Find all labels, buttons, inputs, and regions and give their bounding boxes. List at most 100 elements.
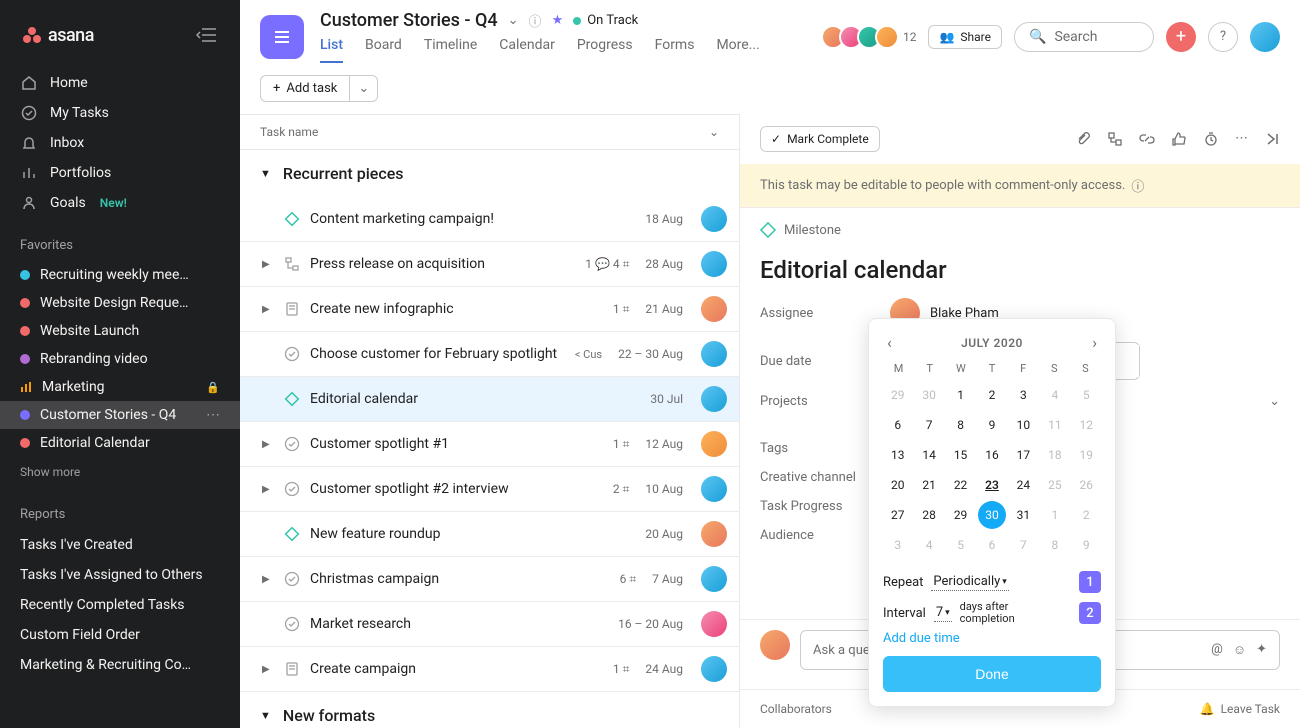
project-icon[interactable] [260, 15, 304, 59]
task-row[interactable]: New feature roundup20 Aug [240, 512, 739, 557]
task-row[interactable]: Editorial calendar30 Jul [240, 377, 739, 422]
tab-more-[interactable]: More... [716, 37, 759, 63]
calendar-day[interactable]: 6 [884, 411, 912, 439]
calendar-day[interactable]: 12 [1072, 411, 1100, 439]
more-icon[interactable]: ⋯ [1235, 131, 1248, 147]
tab-forms[interactable]: Forms [655, 37, 695, 63]
task-row[interactable]: ▶Press release on acquisition1 💬 4 ⌗28 A… [240, 242, 739, 287]
task-row[interactable]: ▶Christmas campaign6 ⌗7 Aug [240, 557, 739, 602]
timer-icon[interactable] [1203, 131, 1219, 147]
calendar-day[interactable]: 29 [884, 381, 912, 409]
calendar-day[interactable]: 2 [1072, 501, 1100, 529]
task-row[interactable]: ▶Create campaign1 ⌗24 Aug [240, 647, 739, 692]
chevron-down-icon[interactable]: ⌄ [508, 13, 519, 28]
add-button[interactable]: + [1166, 22, 1196, 52]
calendar-day[interactable]: 18 [1041, 441, 1069, 469]
sidebar-favorite-item[interactable]: Website Launch [0, 317, 240, 345]
chevron-down-icon[interactable]: ⌄ [709, 125, 719, 139]
sidebar-report-item[interactable]: Custom Field Order [0, 620, 240, 650]
sidebar-report-item[interactable]: Recently Completed Tasks [0, 590, 240, 620]
section-header[interactable]: ▼Recurrent pieces [240, 150, 739, 197]
logo[interactable]: asana [22, 25, 94, 46]
calendar-day[interactable]: 10 [1009, 411, 1037, 439]
calendar-day[interactable]: 5 [947, 531, 975, 559]
calendar-day[interactable]: 22 [947, 471, 975, 499]
tab-progress[interactable]: Progress [577, 37, 633, 63]
sidebar-favorite-item[interactable]: Website Design Reque… [0, 289, 240, 317]
chevron-down-icon[interactable]: ⌄ [1269, 394, 1280, 409]
show-more[interactable]: Show more [0, 457, 240, 487]
calendar-day[interactable]: 27 [884, 501, 912, 529]
calendar-day[interactable]: 9 [978, 411, 1006, 439]
calendar-day[interactable]: 6 [978, 531, 1006, 559]
sidebar-favorite-item[interactable]: Customer Stories - Q4⋯ [0, 401, 240, 429]
help-button[interactable]: ? [1208, 22, 1238, 52]
calendar-day[interactable]: 19 [1072, 441, 1100, 469]
calendar-day[interactable]: 17 [1009, 441, 1037, 469]
info-icon[interactable]: ⓘ [1131, 176, 1144, 195]
task-row[interactable]: Choose customer for February spotlight< … [240, 332, 739, 377]
add-task-button[interactable]: +Add task [260, 75, 350, 102]
calendar-day[interactable]: 28 [915, 501, 943, 529]
calendar-day[interactable]: 25 [1041, 471, 1069, 499]
calendar-day[interactable]: 3 [884, 531, 912, 559]
sidebar-favorite-item[interactable]: Marketing🔒 [0, 373, 240, 401]
task-row[interactable]: ▶Customer spotlight #2 interview2 ⌗10 Au… [240, 467, 739, 512]
nav-home[interactable]: Home [0, 68, 240, 98]
section-header[interactable]: ▼New formats [240, 692, 739, 728]
next-month-button[interactable]: › [1092, 333, 1097, 352]
calendar-day[interactable]: 14 [915, 441, 943, 469]
sidebar-favorite-item[interactable]: Rebranding video [0, 345, 240, 373]
info-icon[interactable]: ⓘ [529, 11, 542, 30]
tab-list[interactable]: List [320, 37, 343, 63]
search-input[interactable]: 🔍Search [1014, 22, 1154, 52]
calendar-day[interactable]: 26 [1072, 471, 1100, 499]
repeat-dropdown[interactable]: Periodically▾ [931, 573, 1008, 591]
calendar-day[interactable]: 3 [1009, 381, 1037, 409]
task-row[interactable]: ▶Customer spotlight #11 ⌗12 Aug [240, 422, 739, 467]
calendar-day[interactable]: 1 [947, 381, 975, 409]
tab-board[interactable]: Board [365, 37, 402, 63]
sidebar-favorite-item[interactable]: Editorial Calendar [0, 429, 240, 457]
collapse-sidebar-button[interactable] [192, 20, 222, 50]
calendar-day[interactable]: 4 [915, 531, 943, 559]
at-icon[interactable]: @ [1211, 642, 1223, 658]
calendar-day[interactable]: 5 [1072, 381, 1100, 409]
task-row[interactable]: Market research16 – 20 Aug [240, 602, 739, 647]
member-avatars[interactable]: 12 [827, 25, 917, 49]
calendar-day[interactable]: 30 [978, 501, 1006, 529]
emoji-icon[interactable]: ☺ [1233, 642, 1246, 658]
calendar-day[interactable]: 8 [947, 411, 975, 439]
status-pill[interactable]: On Track [573, 13, 638, 28]
nav-inbox[interactable]: Inbox [0, 128, 240, 158]
attachment-icon[interactable] [1075, 131, 1091, 147]
calendar-day[interactable]: 30 [915, 381, 943, 409]
star-icon[interactable]: ★ [552, 13, 564, 28]
calendar-day[interactable]: 29 [947, 501, 975, 529]
calendar-day[interactable]: 4 [1041, 381, 1069, 409]
sidebar-report-item[interactable]: Marketing & Recruiting Co… [0, 650, 240, 680]
calendar-day[interactable]: 9 [1072, 531, 1100, 559]
link-icon[interactable] [1139, 131, 1155, 147]
mark-complete-button[interactable]: ✓Mark Complete [760, 126, 880, 152]
prev-month-button[interactable]: ‹ [887, 333, 892, 352]
nav-portfolios[interactable]: Portfolios [0, 158, 240, 188]
calendar-day[interactable]: 7 [1009, 531, 1037, 559]
calendar-day[interactable]: 31 [1009, 501, 1037, 529]
calendar-day[interactable]: 24 [1009, 471, 1037, 499]
sidebar-report-item[interactable]: Tasks I've Created [0, 530, 240, 560]
star-icon[interactable]: ✦ [1256, 642, 1267, 658]
calendar-day[interactable]: 1 [1041, 501, 1069, 529]
task-title[interactable]: Editorial calendar [760, 256, 1280, 284]
add-task-dropdown[interactable]: ⌄ [350, 75, 378, 102]
add-due-time-link[interactable]: Add due time [883, 631, 1101, 646]
sidebar-favorite-item[interactable]: Recruiting weekly mee… [0, 261, 240, 289]
calendar-day[interactable]: 2 [978, 381, 1006, 409]
sidebar-report-item[interactable]: Tasks I've Assigned to Others [0, 560, 240, 590]
calendar-day[interactable]: 15 [947, 441, 975, 469]
task-row[interactable]: ▶Create new infographic1 ⌗21 Aug [240, 287, 739, 332]
interval-dropdown[interactable]: 7▾ [934, 604, 952, 622]
calendar-day[interactable]: 21 [915, 471, 943, 499]
calendar-day[interactable]: 11 [1041, 411, 1069, 439]
leave-task-button[interactable]: 🔔Leave Task [1200, 702, 1280, 716]
